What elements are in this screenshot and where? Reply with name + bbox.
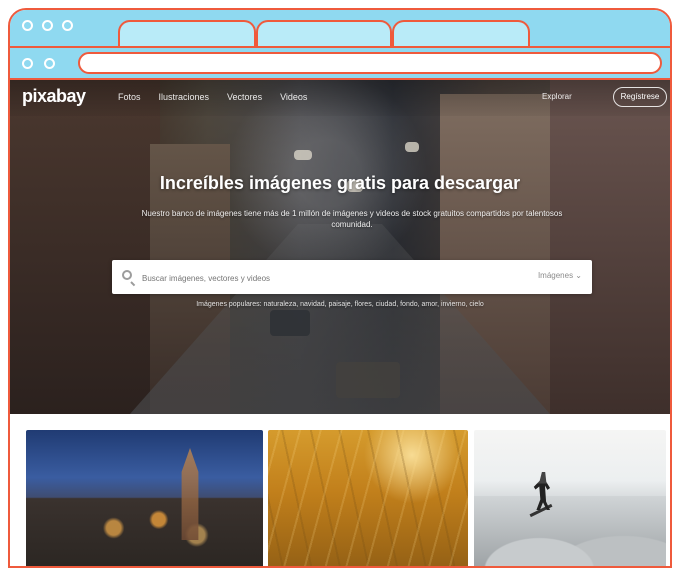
image-grid — [10, 430, 670, 566]
search-bar: Imágenes ⌄ — [112, 260, 592, 294]
hero-car — [336, 362, 400, 398]
window-controls — [22, 20, 73, 31]
browser-tab-3[interactable] — [392, 20, 530, 46]
menu-item-videos[interactable]: Videos — [280, 92, 307, 102]
hero-building-right — [550, 80, 670, 414]
image-thumbnail[interactable] — [474, 430, 666, 566]
menu-item-ilustraciones[interactable]: Ilustraciones — [159, 92, 210, 102]
hero-subtitle: Nuestro banco de imágenes tiene más de 1… — [141, 209, 563, 229]
maximize-window-icon[interactable] — [62, 20, 73, 31]
back-icon[interactable] — [22, 58, 33, 69]
search-input[interactable] — [140, 269, 504, 287]
hero-car — [405, 142, 419, 152]
image-thumbnail[interactable] — [26, 430, 263, 566]
browser-frame: pixabay Fotos Ilustraciones Vectores Vid… — [8, 8, 672, 568]
image-thumbnail[interactable] — [268, 430, 468, 566]
hero-car — [270, 310, 310, 336]
skateboard-image-detail — [529, 503, 553, 518]
forward-icon[interactable] — [44, 58, 55, 69]
menu-item-fotos[interactable]: Fotos — [118, 92, 141, 102]
search-suggestions: Imágenes populares: naturaleza, navidad,… — [196, 301, 484, 308]
search-type-select[interactable]: Imágenes ⌄ — [538, 271, 582, 280]
hero-title: Increíbles imágenes gratis para descarga… — [159, 173, 521, 193]
explore-link[interactable]: Explorar — [542, 92, 572, 101]
browser-tab-1[interactable] — [118, 20, 256, 46]
close-window-icon[interactable] — [22, 20, 33, 31]
browser-navbar — [10, 46, 670, 78]
minimize-window-icon[interactable] — [42, 20, 53, 31]
menu-item-vectores[interactable]: Vectores — [227, 92, 262, 102]
browser-tab-2[interactable] — [256, 20, 392, 46]
hero-building-left — [10, 80, 160, 414]
browser-chrome — [10, 10, 670, 80]
signup-button[interactable]: Regístrese — [613, 87, 667, 107]
hero-car — [294, 150, 312, 160]
site-logo[interactable]: pixabay — [22, 86, 86, 106]
search-icon — [122, 270, 132, 280]
site-menu: Fotos Ilustraciones Vectores Videos — [118, 92, 307, 102]
hero-banner: pixabay Fotos Ilustraciones Vectores Vid… — [10, 80, 670, 414]
address-bar[interactable] — [78, 52, 662, 74]
page-viewport: pixabay Fotos Ilustraciones Vectores Vid… — [10, 80, 670, 566]
